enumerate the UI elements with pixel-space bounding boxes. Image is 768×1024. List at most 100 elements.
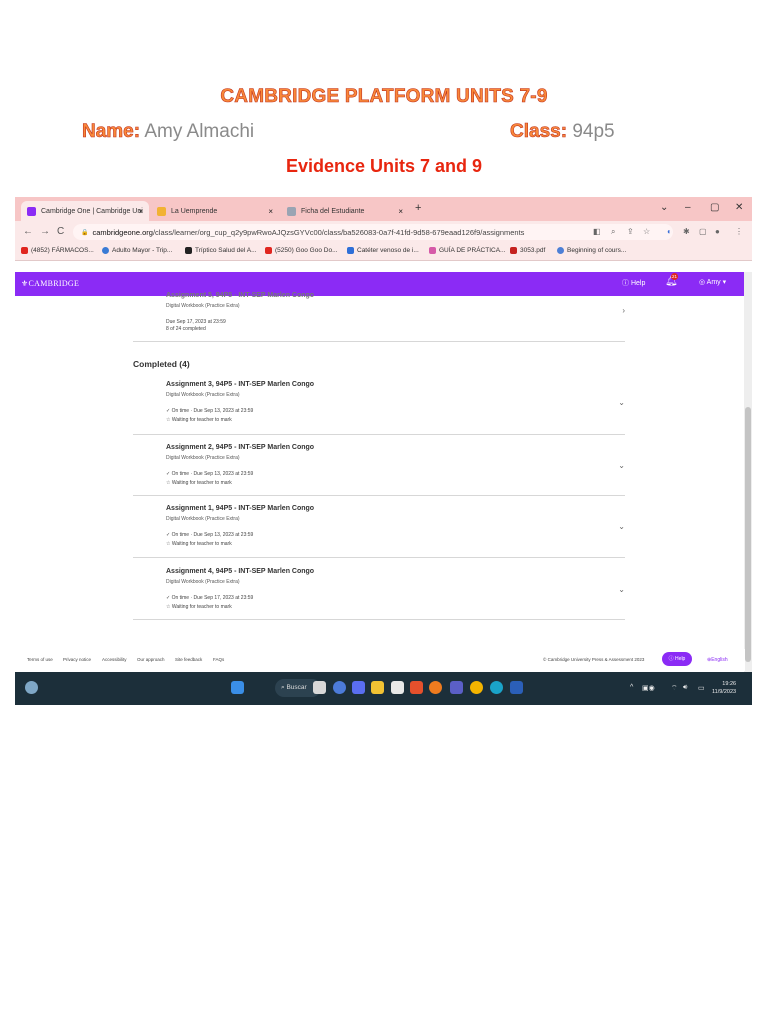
- assignment-item[interactable]: Assignment 2, 94P5 - INT-SEP Marlen Cong…: [133, 442, 625, 496]
- footer-link-approach[interactable]: Our approach: [137, 657, 165, 662]
- assignment-title: Assignment 2, 94P5 - INT-SEP Marlen Cong…: [166, 444, 315, 451]
- meet-icon[interactable]: [352, 681, 365, 694]
- volume-icon[interactable]: 🔊︎: [683, 684, 687, 692]
- notification-count-badge: 21: [671, 273, 678, 280]
- store-icon[interactable]: [391, 681, 404, 694]
- assignment-status: ✓ On time · Due Sep 13, 2023 at 23:59: [166, 532, 254, 538]
- bookmark-item[interactable]: 3053.pdf: [510, 247, 545, 254]
- footer-link-faqs[interactable]: FAQs: [213, 657, 224, 662]
- edge-icon[interactable]: [490, 681, 503, 694]
- help-label: Help: [630, 280, 646, 287]
- assignment-item[interactable]: Assignment 4, 94P5 - INT-SEP Marlen Cong…: [133, 566, 625, 620]
- new-tab-button[interactable]: +: [415, 202, 421, 214]
- cambridge-favicon-icon: [27, 206, 36, 216]
- bookmark-item[interactable]: (5250) Goo Goo Do...: [265, 247, 338, 254]
- battery-icon[interactable]: ▭: [698, 684, 705, 692]
- system-clock[interactable]: 19:26 11/9/2023: [712, 680, 736, 696]
- back-icon[interactable]: ←: [23, 226, 33, 237]
- site-icon: [557, 247, 564, 254]
- bookmark-item[interactable]: Adulto Mayor - Trip...: [102, 247, 172, 254]
- translate-icon[interactable]: ◧: [593, 227, 601, 236]
- task-view-icon[interactable]: [313, 681, 326, 694]
- footer-link-feedback[interactable]: Site feedback: [175, 657, 202, 662]
- user-icon: ◎: [699, 279, 706, 286]
- chrome-icon[interactable]: [470, 681, 483, 694]
- url-field[interactable]: 🔒 cambridgeone.org/class/learner/org_cup…: [73, 224, 673, 240]
- close-window-button[interactable]: ✕: [735, 202, 743, 213]
- bookmark-item[interactable]: Catéter venoso de i...: [347, 247, 419, 254]
- footer-link-privacy[interactable]: Privacy notice: [63, 657, 91, 662]
- chevron-down-icon[interactable]: ⌄: [618, 522, 625, 531]
- assignment-due: Due Sep 17, 2023 at 23:59: [166, 319, 226, 325]
- assignment-title: Assignment 4, 94P5 - INT-SEP Marlen Cong…: [166, 568, 315, 575]
- assignment-waiting: ☆ Waiting for teacher to mark: [166, 417, 232, 423]
- name-value: Amy Almachi: [144, 121, 255, 142]
- windows-start-icon[interactable]: [231, 681, 244, 694]
- sidebar-icon[interactable]: ▢: [699, 227, 707, 236]
- cambridge-header: ⚜CAMBRIDGE ⓘ Help 🔔︎ 21 ◎ Amy ▾: [15, 272, 745, 296]
- tab-label: Ficha del Estudiante: [301, 207, 365, 215]
- menu-dots-icon[interactable]: ⋮: [735, 227, 743, 236]
- extension-icon[interactable]: ◐: [667, 227, 672, 236]
- office-icon[interactable]: [410, 681, 423, 694]
- tab-search-icon[interactable]: ⌄: [660, 202, 668, 213]
- user-menu[interactable]: ◎ Amy ▾: [699, 278, 726, 286]
- cambridge-logo[interactable]: ⚜CAMBRIDGE: [21, 279, 79, 288]
- footer-link-accessibility[interactable]: Accessibility: [102, 657, 127, 662]
- tab-cambridge-one[interactable]: Cambridge One | Cambridge Uni ×: [21, 201, 149, 221]
- teams-icon[interactable]: [450, 681, 463, 694]
- chevron-down-icon[interactable]: ⌄: [618, 585, 625, 594]
- bookmark-item[interactable]: GUÍA DE PRÁCTICA...: [429, 247, 505, 254]
- assignment-waiting: ☆ Waiting for teacher to mark: [166, 604, 232, 610]
- share-icon[interactable]: ⇪: [627, 227, 634, 236]
- bookmark-star-icon[interactable]: ☆: [643, 227, 650, 236]
- file-explorer-icon[interactable]: [371, 681, 384, 694]
- site-icon: [429, 247, 436, 254]
- assignment-item[interactable]: Assignment 1, 94P5 - INT-SEP Marlen Cong…: [133, 503, 625, 558]
- chevron-down-icon[interactable]: ⌄: [618, 461, 625, 470]
- firefox-icon[interactable]: [429, 681, 442, 694]
- tab-label: La Uemprende: [171, 207, 218, 215]
- tray-apps-icon[interactable]: ▣◉: [642, 684, 655, 692]
- class-label: Class:: [510, 121, 568, 143]
- close-tab-icon[interactable]: ×: [398, 207, 403, 216]
- address-bar-row: ← → C 🔒 cambridgeone.org/class/learner/o…: [15, 221, 752, 243]
- restore-button[interactable]: ▢: [710, 202, 719, 213]
- search-label: Buscar: [286, 684, 307, 691]
- assignment-item[interactable]: Assignment 3, 94P5 - INT-SEP Marlen Cong…: [133, 379, 625, 435]
- page-footer: Terms of use Privacy notice Accessibilit…: [15, 649, 745, 671]
- youtube-icon: [265, 247, 272, 254]
- scrollbar-thumb[interactable]: [745, 407, 751, 662]
- tray-overflow-icon[interactable]: ^: [630, 684, 633, 691]
- assignments-list: Assignment 5, 94P5 - INT-SEP Marlen Cong…: [15, 292, 745, 641]
- assignment-waiting: ☆ Waiting for teacher to mark: [166, 541, 232, 547]
- chevron-down-icon[interactable]: ⌄: [618, 398, 625, 407]
- minimize-button[interactable]: –: [685, 202, 691, 213]
- weather-icon[interactable]: [25, 681, 38, 694]
- class-value: 94p5: [572, 121, 615, 142]
- footer-help-button[interactable]: ⓘ Help: [662, 652, 692, 666]
- puzzle-icon[interactable]: ✱: [683, 227, 690, 236]
- wifi-icon[interactable]: ⌔: [671, 684, 678, 693]
- help-button[interactable]: ⓘ Help: [622, 278, 645, 288]
- close-tab-icon[interactable]: ×: [268, 207, 273, 216]
- forward-icon[interactable]: →: [40, 226, 50, 237]
- tab-la-uemprende[interactable]: La Uemprende ×: [151, 201, 279, 221]
- reload-icon[interactable]: C: [57, 226, 64, 237]
- chevron-right-icon[interactable]: ›: [622, 306, 625, 315]
- bookmark-item[interactable]: Tríptico Salud del A...: [185, 247, 257, 254]
- help-icon: ⓘ: [622, 280, 629, 287]
- word-icon[interactable]: [510, 681, 523, 694]
- language-selector[interactable]: ⊕English: [707, 657, 728, 663]
- widgets-icon[interactable]: [333, 681, 346, 694]
- bookmark-item[interactable]: Beginning of cours...: [557, 247, 626, 254]
- logo-text: CAMBRIDGE: [28, 279, 80, 288]
- tab-ficha-estudiante[interactable]: Ficha del Estudiante ×: [281, 201, 409, 221]
- zoom-icon[interactable]: ⌕: [611, 227, 615, 237]
- footer-link-terms[interactable]: Terms of use: [27, 657, 53, 662]
- profile-icon[interactable]: ●: [715, 227, 720, 236]
- close-tab-icon[interactable]: ×: [138, 207, 143, 216]
- windows-taskbar: ⌕ Buscar ^ ▣◉ ⌔ 🔊︎ ▭ 19:26 11/9/2023: [15, 672, 752, 705]
- bookmark-item[interactable]: (4852) FÁRMACOS...: [21, 247, 94, 254]
- assignment-item[interactable]: Assignment 5, 94P5 - INT-SEP Marlen Cong…: [133, 292, 625, 342]
